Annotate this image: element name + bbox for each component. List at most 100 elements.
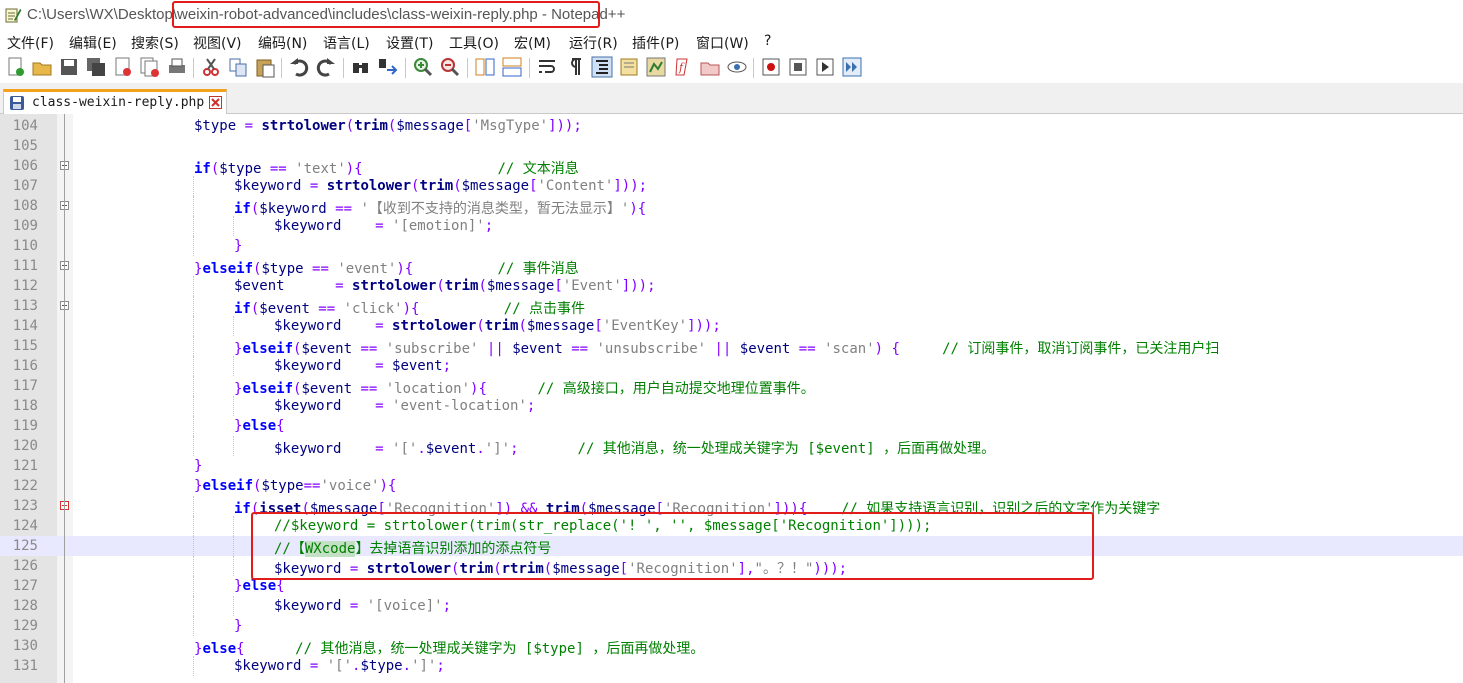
code-line[interactable]: 114 $keyword = strtolower(trim($message['… <box>0 316 1463 336</box>
code-line[interactable]: 120 $keyword = '['.$event.']'; // 其他消息，统一… <box>0 436 1463 457</box>
code-line[interactable]: 121} <box>0 456 1463 476</box>
replace-icon[interactable] <box>377 56 399 78</box>
toolbar-separator <box>753 58 754 78</box>
code-line[interactable]: 109 $keyword = '[emotion]'; <box>0 216 1463 236</box>
menu-item-7[interactable]: 工具(O) <box>449 33 499 53</box>
open-file-icon[interactable] <box>31 56 53 78</box>
zoom-out-icon[interactable] <box>439 56 461 78</box>
code-text: $keyword = strtolower(trim($message['Eve… <box>274 318 721 334</box>
code-line[interactable]: 110} <box>0 236 1463 256</box>
find-icon[interactable] <box>350 56 372 78</box>
code-line[interactable]: 130}else{ // 其他消息，统一处理成关键字为 [$type] ，后面再… <box>0 636 1463 657</box>
print-icon[interactable] <box>166 56 188 78</box>
code-token: '[' <box>392 441 418 457</box>
stop-record-icon[interactable] <box>760 56 782 78</box>
code-line[interactable]: 107 $keyword = strtolower(trim($message['… <box>0 176 1463 196</box>
menu-item-1[interactable]: 编辑(E) <box>69 33 117 53</box>
record-macro-icon[interactable] <box>726 56 748 78</box>
word-wrap-icon[interactable] <box>536 56 558 78</box>
close-icon[interactable] <box>112 56 134 78</box>
code-token: 'click' <box>343 301 403 317</box>
close-all-icon[interactable] <box>139 56 161 78</box>
code-token: $event <box>739 341 791 357</box>
indent-guide <box>193 216 194 236</box>
menu-item-3[interactable]: 视图(V) <box>193 33 242 53</box>
code-token: if <box>234 201 251 217</box>
indent-guide <box>193 416 194 436</box>
code-line[interactable]: 128 $keyword = '[voice]'; <box>0 596 1463 616</box>
code-line[interactable]: 115}elseif($event == 'subscribe' || $eve… <box>0 336 1463 357</box>
code-line[interactable]: 112 $event = strtolower(trim($message['Ev… <box>0 276 1463 296</box>
line-number: 121 <box>12 458 38 474</box>
cut-icon[interactable] <box>200 56 222 78</box>
code-line[interactable]: 118 $keyword = 'event-location'; <box>0 396 1463 416</box>
saved-file-icon <box>10 96 24 110</box>
indent-guide-icon[interactable] <box>591 56 613 78</box>
code-token: { <box>236 641 245 657</box>
copy-icon[interactable] <box>227 56 249 78</box>
code-token: ) { <box>874 341 900 357</box>
code-line[interactable]: 104 $type = strtolower(trim($message['Msg… <box>0 116 1463 136</box>
menu-item-6[interactable]: 设置(T) <box>386 33 433 53</box>
code-line[interactable]: 131 $keyword = '['.$type.']'; <box>0 656 1463 676</box>
save-macro-icon[interactable] <box>841 56 863 78</box>
indent-guide <box>193 176 194 196</box>
save-all-icon[interactable] <box>85 56 107 78</box>
code-token: ( <box>478 278 487 294</box>
indent-guide <box>193 336 194 356</box>
indent-guide <box>193 316 194 336</box>
run-macro-multiple-icon[interactable] <box>814 56 836 78</box>
zoom-in-icon[interactable] <box>412 56 434 78</box>
menu-item-8[interactable]: 宏(M) <box>514 33 551 53</box>
code-token: ){ <box>345 161 363 177</box>
code-token: = <box>341 598 367 614</box>
code-token: == <box>261 161 296 177</box>
new-file-icon[interactable] <box>5 56 27 78</box>
menu-item-5[interactable]: 语言(L) <box>323 33 370 53</box>
code-editor[interactable]: 104 $type = strtolower(trim($message['Msg… <box>0 114 1463 683</box>
folder-workspace-icon[interactable]: f <box>672 56 694 78</box>
menu-item-10[interactable]: 插件(P) <box>632 33 679 53</box>
code-line[interactable]: 111}elseif($type == 'event'){ // 事件消息 <box>0 256 1463 277</box>
show-all-chars-icon[interactable] <box>563 56 585 78</box>
save-icon[interactable] <box>58 56 80 78</box>
code-text: $keyword = $event; <box>274 358 451 374</box>
play-macro-icon[interactable] <box>787 56 809 78</box>
menu-item-help[interactable]: ? <box>764 33 771 49</box>
sync-h-icon[interactable] <box>501 56 523 78</box>
toolbar-separator <box>405 58 406 78</box>
tab-close-icon[interactable] <box>209 96 222 109</box>
indent-guide <box>193 516 194 536</box>
code-token: 'subscribe' <box>385 341 479 357</box>
doc-map-icon[interactable] <box>618 56 640 78</box>
redo-icon[interactable] <box>315 56 337 78</box>
code-line[interactable]: 122}elseif($type=='voice'){ <box>0 476 1463 496</box>
code-line[interactable]: 108 if($keyword == '【收到不支持的消息类型，暂无法显示】'){ <box>0 196 1463 217</box>
function-list-icon[interactable] <box>645 56 667 78</box>
code-token: $event <box>301 341 353 357</box>
undo-icon[interactable] <box>288 56 310 78</box>
line-number: 112 <box>12 278 38 294</box>
menu-item-4[interactable]: 编码(N) <box>258 33 307 53</box>
code-line[interactable]: 117}elseif($event == 'location'){ // 高级接… <box>0 376 1463 397</box>
paste-icon[interactable] <box>254 56 276 78</box>
tab-class-weixin-reply[interactable]: class-weixin-reply.php <box>3 89 227 114</box>
menu-item-0[interactable]: 文件(F) <box>7 33 54 53</box>
menu-item-2[interactable]: 搜索(S) <box>131 33 179 53</box>
sync-v-icon[interactable] <box>474 56 496 78</box>
code-line[interactable]: 116 $keyword = $event; <box>0 356 1463 376</box>
code-token: strtolower <box>352 278 437 294</box>
code-token: = <box>301 178 327 194</box>
code-line[interactable]: 119}else{ <box>0 416 1463 436</box>
code-token: 'text' <box>295 161 346 177</box>
code-line[interactable]: 106 if($type == 'text'){ // 文本消息 <box>0 156 1463 177</box>
code-line[interactable]: 105 <box>0 136 1463 156</box>
indent-guide <box>193 556 194 576</box>
menu-item-11[interactable]: 窗口(W) <box>696 33 749 53</box>
monitoring-icon[interactable] <box>699 56 721 78</box>
menu-item-9[interactable]: 运行(R) <box>569 33 618 53</box>
code-line[interactable]: 129} <box>0 616 1463 636</box>
code-token: . <box>417 441 426 457</box>
code-token: else <box>202 641 237 657</box>
code-line[interactable]: 113 if($event == 'click'){ // 点击事件 <box>0 296 1463 317</box>
